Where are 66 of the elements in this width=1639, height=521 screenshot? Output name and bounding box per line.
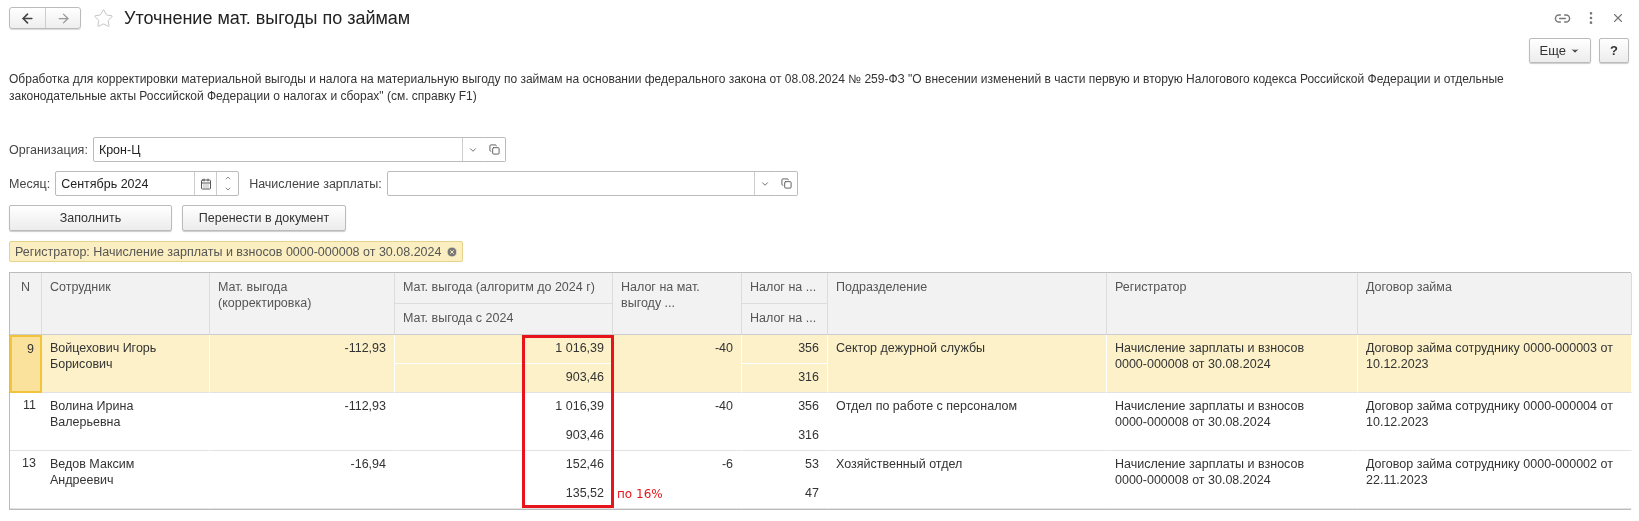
- dropdown-icon[interactable]: [753, 172, 776, 195]
- left-arrow-icon: [20, 10, 35, 26]
- table-cell-text: Войцехович Игорь Борисович: [49, 340, 158, 372]
- table-cell-text: Сектор дежурной службы: [835, 340, 987, 356]
- column-header[interactable]: Подразделение: [828, 273, 1106, 334]
- column-header[interactable]: Налог на ...: [742, 273, 827, 304]
- column-header[interactable]: N: [10, 273, 41, 334]
- table-cell-text: 356: [797, 398, 820, 415]
- column-header[interactable]: Налог на мат. выгоду ...: [613, 273, 741, 334]
- field-value: Сентябрь 2024: [60, 175, 150, 193]
- table-cell-text: -40: [713, 398, 734, 414]
- clear-icon[interactable]: [446, 245, 459, 258]
- fill-button[interactable]: Заполнить: [9, 205, 172, 231]
- column-header[interactable]: Мат. выгода с 2024: [395, 304, 612, 334]
- table-cell-text: Начисление зарплаты и взносов 0000-000008 от 30.08.2024: [1114, 398, 1306, 430]
- close-icon[interactable]: [1611, 11, 1625, 25]
- table-cell-text: Начисление зарплаты и взносов 0000-000008 от 30.08.2024: [1114, 340, 1306, 372]
- column-header[interactable]: Регистратор: [1107, 273, 1357, 334]
- table-cell-text: 316: [797, 427, 820, 444]
- window-title: Уточнение мат. выгоды по займам: [124, 7, 411, 29]
- table-cell: 1 016,39: [395, 335, 612, 364]
- table-cell-text: 903,46: [564, 369, 605, 386]
- column-header[interactable]: Договор займа: [1358, 273, 1631, 334]
- table-cell-text: Хозяйственный отдел: [835, 456, 964, 472]
- row-number[interactable]: 9: [10, 335, 42, 393]
- dropdown-icon[interactable]: [461, 138, 484, 161]
- table-cell-text: Договор займа сотруднику 0000-000004 от 10.12.2023: [1365, 398, 1614, 430]
- help-button[interactable]: ?: [1599, 38, 1629, 63]
- month-label: Месяц:: [9, 176, 51, 191]
- payroll-field[interactable]: [386, 171, 777, 196]
- organization-field[interactable]: Крон-Ц: [92, 137, 485, 162]
- transfer-button[interactable]: Перенести в документ: [182, 205, 346, 231]
- table-cell-text: 152,46: [564, 456, 605, 473]
- column-header[interactable]: Налог на ...: [742, 304, 827, 334]
- table-cell-text: 53: [804, 456, 820, 473]
- open-icon[interactable]: [483, 137, 506, 162]
- table-cell-text: Ведов Максим Андреевич: [49, 456, 136, 488]
- table-cell: 356: [742, 335, 827, 364]
- table-cell-text: 47: [804, 485, 820, 502]
- table-cell-text: -112,93: [343, 340, 387, 356]
- table-cell-text: -40: [713, 340, 734, 356]
- table-cell-text: 135,52: [564, 485, 605, 502]
- payroll-label: Начисление зарплаты:: [249, 176, 382, 191]
- star-icon[interactable]: [93, 7, 114, 29]
- table-cell-text: -16,94: [349, 456, 387, 472]
- table-cell-text: Начисление зарплаты и взносов 0000-000008 от 30.08.2024: [1114, 456, 1306, 488]
- table-cell-text: 903,46: [564, 427, 605, 444]
- table-cell-text: Договор займа сотруднику 0000-000002 от 22.11.2023: [1365, 456, 1614, 488]
- column-header[interactable]: Мат. выгода (алгоритм до 2024 г): [395, 273, 612, 304]
- organization-label: Организация:: [9, 142, 88, 157]
- more-menu-button[interactable]: Еще: [1528, 38, 1591, 63]
- table-cell-text: Волина Ирина Валерьевна: [49, 398, 135, 430]
- annotation-text: по 16%: [617, 487, 663, 501]
- table-cell-text: Договор займа сотруднику 0000-000003 от 10.12.2023: [1365, 340, 1614, 372]
- filter-text: Регистратор: Начисление зарплаты и взносов 0000-000008 от 30.08.2024: [15, 244, 442, 259]
- table-cell-text: 316: [797, 369, 820, 386]
- open-icon[interactable]: [775, 171, 798, 196]
- table-cell-text: -6: [720, 456, 734, 472]
- table-cell-text: Отдел по работе с персоналом: [835, 398, 1019, 414]
- table-cell-text: 1 016,39: [554, 398, 605, 415]
- field-value: Крон-Ц: [97, 141, 142, 159]
- column-header[interactable]: Сотрудник: [42, 273, 209, 334]
- table-cell-text: -112,93: [343, 398, 387, 414]
- month-field[interactable]: Сентябрь 2024: [55, 171, 240, 196]
- column-header[interactable]: Мат. выгода (корректировка): [210, 273, 394, 334]
- description-text: Обработка для корректировки материальной выгоды и налога на материальную выгоду по займам на основании федерального закона от 08.08.2024 № 259-ФЗ "О внесении изменений в части первую и вторую Налогового кодекса Российской Федерации и отдельные законодательные акты Российской Федерации о налогах и сборах" (см. справку F1): [9, 71, 1505, 105]
